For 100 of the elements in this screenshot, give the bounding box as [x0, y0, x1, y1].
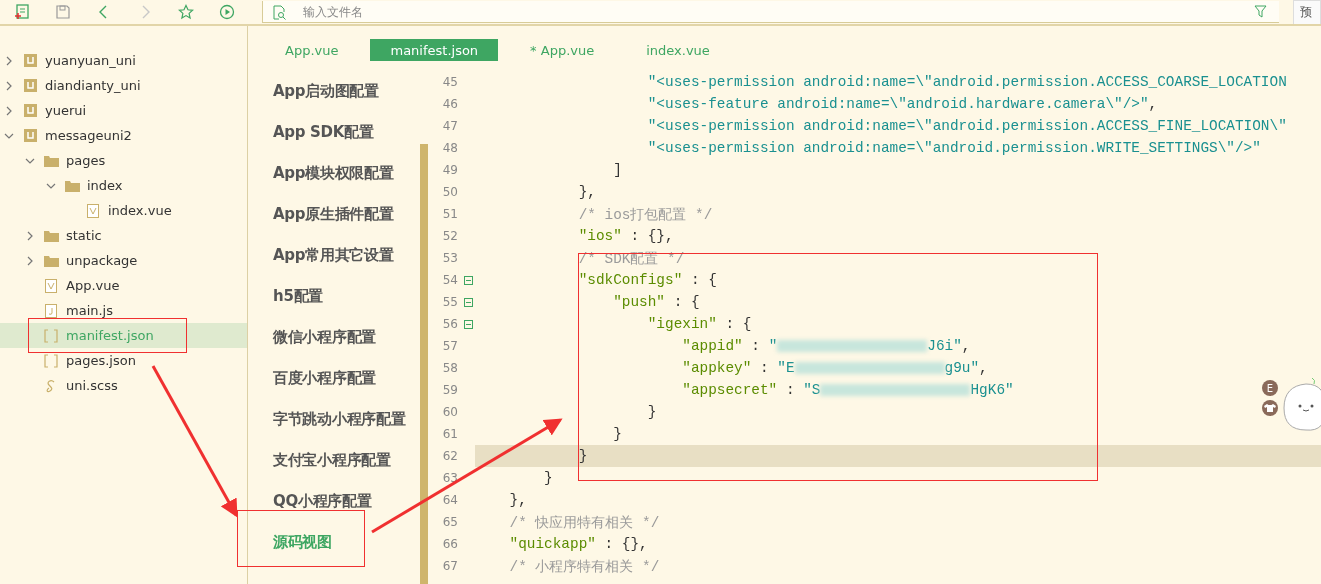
brackets-icon [44, 353, 58, 368]
code-text: } [578, 448, 588, 464]
line-number: 50 [441, 185, 458, 199]
settings-nav-item[interactable]: 支付宝小程序配置 [248, 440, 420, 481]
project-icon [23, 54, 37, 67]
code-text: : { [672, 294, 700, 310]
project-icon [23, 104, 37, 117]
code-text: J6i" [927, 338, 962, 354]
new-file-icon[interactable] [14, 4, 30, 20]
line-number: 46 [441, 97, 458, 111]
folder-icon [43, 254, 59, 267]
line-number: 65 [441, 515, 458, 529]
fold-icon[interactable] [464, 297, 473, 307]
star-icon[interactable] [178, 4, 194, 20]
code-text: "ios" [578, 228, 622, 244]
line-number: 58 [441, 361, 458, 375]
project-icon [23, 79, 37, 92]
code-text: /* 快应用特有相关 */ [509, 513, 660, 532]
code-text: : [750, 338, 761, 354]
line-number: 49 [441, 163, 458, 177]
code-text: "igexin" [647, 316, 717, 332]
line-number: 54 [441, 273, 458, 287]
line-number: 48 [441, 141, 458, 155]
js-file-icon [45, 303, 57, 318]
tree-item[interactable]: uni.scss [0, 373, 247, 398]
folder-icon [43, 229, 59, 242]
code-text: g9u" [944, 360, 980, 376]
line-number: 64 [441, 493, 458, 507]
code-text: "E [777, 360, 795, 376]
fold-icon[interactable] [464, 319, 473, 329]
tree-item[interactable]: diandianty_uni [0, 73, 247, 98]
tree-item[interactable]: main.js [0, 298, 247, 323]
settings-nav-item[interactable]: App启动图配置 [248, 71, 420, 112]
folder-icon [64, 179, 80, 192]
settings-nav-item[interactable]: 微信小程序配置 [248, 317, 420, 358]
line-number: 62 [441, 449, 458, 463]
code-text: , [961, 338, 971, 354]
code-text: : {}, [629, 228, 674, 244]
code-text: " [768, 338, 778, 354]
code-text: , [979, 360, 988, 376]
line-number: 63 [441, 471, 458, 485]
badge[interactable]: E [1262, 380, 1278, 396]
vue-file-icon [87, 203, 99, 218]
line-number: 67 [441, 559, 458, 573]
code-text: "appkey" [682, 360, 752, 376]
code-text: "<uses-permission android:name=\"android.permission.ACCESS_FINE_LOCATION\" [647, 118, 1287, 134]
search-field[interactable]: 输入文件名 [262, 1, 1279, 23]
project-icon [23, 129, 37, 142]
code-text: }, [578, 184, 596, 200]
line-number: 57 [441, 339, 458, 353]
code-text: } [647, 404, 657, 420]
run-icon[interactable] [219, 4, 235, 20]
tree-item[interactable]: pages [0, 148, 247, 173]
shirt-icon[interactable] [1262, 400, 1278, 416]
settings-nav-item[interactable]: App常用其它设置 [248, 235, 420, 276]
code-text: "<uses-permission android:name=\"android.permission.ACCESS_COARSE_LOCATION [647, 74, 1287, 90]
line-number: 52 [441, 229, 458, 243]
tree-item[interactable]: unpackage [0, 248, 247, 273]
code-text: "quickapp" [509, 536, 596, 552]
tree-item[interactable]: messageuni2 [0, 123, 247, 148]
line-number: 61 [441, 427, 458, 441]
filter-icon[interactable] [1254, 5, 1267, 18]
code-text: HgK6" [970, 382, 1014, 398]
tree-item[interactable]: pages.json [0, 348, 247, 373]
code-text: } [544, 470, 553, 486]
code-text: /* 小程序特有相关 */ [509, 557, 660, 576]
code-text: : { [689, 272, 717, 288]
code-text: : [784, 382, 796, 398]
line-number: 45 [441, 75, 458, 89]
tree-item[interactable]: yuerui [0, 98, 247, 123]
tree-item[interactable]: static [0, 223, 247, 248]
line-number: 60 [441, 405, 458, 419]
code-text: /* ios打包配置 */ [578, 205, 713, 224]
code-text: "push" [613, 294, 665, 310]
code-text: "sdkConfigs" [578, 272, 683, 288]
code-text: ] [613, 162, 622, 178]
code-text: : { [724, 316, 752, 332]
brackets-icon [44, 328, 58, 343]
save-icon[interactable] [55, 4, 71, 20]
line-number: 47 [441, 119, 458, 133]
line-number: 59 [441, 383, 458, 397]
code-text: "S [803, 382, 821, 398]
settings-nav-item[interactable]: QQ小程序配置 [248, 481, 420, 522]
tree-item[interactable]: App.vue [0, 273, 247, 298]
tree-item[interactable]: yuanyuan_uni [0, 48, 247, 73]
preview-button[interactable]: 预 [1293, 0, 1321, 24]
tree-item[interactable]: index [0, 173, 247, 198]
settings-nav-item[interactable]: App模块权限配置 [248, 153, 420, 194]
fold-icon[interactable] [464, 275, 473, 285]
settings-nav-item[interactable]: App SDK配置 [248, 112, 420, 153]
code-text: "appid" [682, 338, 743, 354]
mascot-drawing [1282, 376, 1321, 432]
folder-icon [43, 154, 59, 167]
settings-nav-item[interactable]: h5配置 [248, 276, 420, 317]
tree-item[interactable]: index.vue [0, 198, 247, 223]
line-number: 55 [441, 295, 458, 309]
settings-nav-item[interactable]: 百度小程序配置 [248, 358, 420, 399]
settings-nav-item[interactable]: 字节跳动小程序配置 [248, 399, 420, 440]
scrollbar-thumb[interactable] [420, 144, 428, 584]
settings-nav-item[interactable]: App原生插件配置 [248, 194, 420, 235]
